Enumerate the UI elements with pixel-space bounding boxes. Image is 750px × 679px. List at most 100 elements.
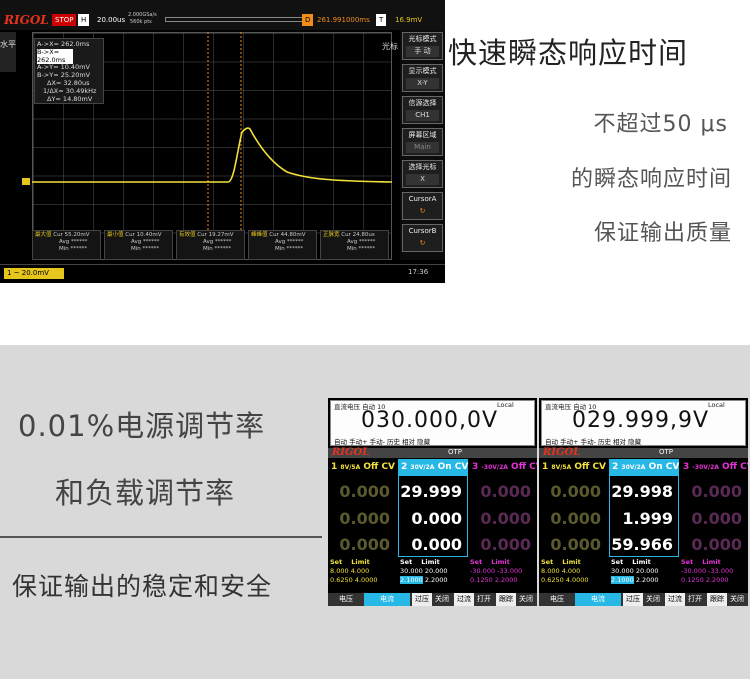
ch2-voltage: 29.998: [611, 482, 673, 501]
menu-cursor-a[interactable]: CursorA ↻: [402, 192, 443, 220]
ch3-settings[interactable]: Set Limit -30.000 -33.000 0.1250 2.2000: [470, 558, 536, 588]
stat-avg: Avg ******: [203, 239, 232, 245]
ch1-header[interactable]: 1 8V/5A Off CV: [328, 459, 396, 475]
ch1-settings[interactable]: Set Limit 8.000 4.000 0.6250 4.0000: [541, 558, 607, 588]
stat-avg: Avg ******: [275, 239, 304, 245]
ch-num: 1: [542, 462, 549, 472]
dmm-value: 030.000,0V: [361, 408, 499, 433]
menu-select-cursor[interactable]: 选择光标 X: [402, 160, 443, 188]
set-label: Set: [330, 558, 343, 566]
softkey-current[interactable]: 电流: [575, 593, 621, 606]
osc-bottom-bar: [0, 264, 445, 283]
stat-avg: Avg ******: [347, 239, 376, 245]
dmm-display: 直流电压 自动 10 Local 029.999,9V 自动 手动+ 手动- 历…: [541, 400, 746, 446]
meas-name: 最大值: [35, 232, 52, 238]
limit-value: -33.000: [708, 567, 734, 575]
trigger-level[interactable]: 16.9mV: [392, 14, 425, 26]
delay-value[interactable]: 261.991000ms: [314, 14, 373, 26]
meas-pk-pk[interactable]: 峰峰值 Cur 44.80mV Avg ****** Min ******: [248, 230, 317, 260]
softkey-ovp[interactable]: 过压: [412, 593, 432, 606]
softkey-ocp[interactable]: 过流: [665, 593, 685, 606]
limit-value: 2.2000: [424, 576, 448, 584]
limit-label: Limit: [702, 558, 721, 566]
ch3-header[interactable]: 3 -30V/2A Off CV: [680, 459, 748, 475]
ch2-power: 59.966: [611, 535, 673, 554]
knob-icon: ↻: [419, 239, 426, 247]
ch-range: -30V/2A: [692, 464, 719, 471]
rigol-logo: RIGOL: [4, 13, 49, 27]
ch-range: 8V/5A: [340, 464, 361, 471]
set-label: Set: [611, 558, 624, 566]
ch3-current: 0.000: [480, 509, 531, 528]
limit-label: Limit: [632, 558, 651, 566]
ch3-settings[interactable]: Set Limit -30.000 -33.000 0.1250 2.2000: [681, 558, 747, 588]
softkey-track[interactable]: 跟踪: [707, 593, 727, 606]
band-line3: 保证输出的稳定和安全: [12, 572, 273, 601]
ch2-header[interactable]: 2 30V/2A On CV: [609, 459, 679, 475]
limit-value: 4.000: [350, 567, 370, 575]
ch3-current: 0.000: [691, 509, 742, 528]
ch-state: On CV: [437, 462, 469, 472]
softkey-ovp-state[interactable]: 关闭: [432, 593, 452, 606]
menu-cursor-b[interactable]: CursorB ↻: [402, 224, 443, 252]
ch3-voltage: 0.000: [691, 482, 742, 501]
meas-min[interactable]: 最小值 Cur 10.40mV Avg ****** Min ******: [104, 230, 173, 260]
dmm-buttons[interactable]: 自动 手动+ 手动- 历史 相对 隐藏: [334, 436, 430, 446]
ch1-settings[interactable]: Set Limit 8.000 4.000 0.6250 4.0000: [330, 558, 396, 588]
dmm-buttons[interactable]: 自动 手动+ 手动- 历史 相对 隐藏: [545, 436, 641, 446]
limit-value: 4.0000: [565, 576, 589, 584]
softkey-ovp[interactable]: 过压: [623, 593, 643, 606]
psu-screen-2: 直流电压 自动 10 Local 029.999,9V 自动 手动+ 手动- 历…: [539, 398, 748, 606]
menu-title: 选择光标: [408, 163, 437, 171]
set-value: 0.6250: [541, 576, 564, 584]
ch-state: Off CV: [722, 462, 748, 472]
limit-value: 2.2000: [705, 576, 729, 584]
run-stop-status[interactable]: STOP: [52, 14, 77, 26]
channel-marker[interactable]: [22, 178, 30, 185]
waveform-position-bar[interactable]: [165, 17, 305, 22]
meas-pwidth[interactable]: 正脉宽 Cur 24.80us Avg ****** Min ******: [320, 230, 389, 260]
set-label: Set: [470, 558, 483, 566]
ch1-header[interactable]: 1 8V/5A Off CV: [539, 459, 607, 475]
headline-line3: 保证输出质量: [593, 221, 732, 246]
softkey-ocp[interactable]: 过流: [454, 593, 474, 606]
set-value: 30.000: [400, 567, 423, 575]
ch2-settings[interactable]: Set Limit 30.000 20.000 2.1000 2.2000: [611, 558, 679, 588]
meas-rms[interactable]: 有效值 Cur 19.27mV Avg ****** Min ******: [176, 230, 245, 260]
cursor-tab[interactable]: 光标: [382, 42, 398, 72]
set-value: 8.000: [541, 567, 560, 575]
softkey-voltage[interactable]: 电压: [539, 593, 575, 606]
menu-screen-area[interactable]: 屏幕区域 Main: [402, 128, 443, 156]
ch2-settings[interactable]: Set Limit 30.000 20.000 2.1000 2.2000: [400, 558, 468, 588]
ch-state: Off CV: [363, 462, 396, 472]
softkey-track[interactable]: 跟踪: [496, 593, 516, 606]
menu-title: 屏幕区域: [408, 131, 437, 139]
channel1-setting[interactable]: 1 ~ 20.0mV: [4, 268, 64, 279]
stat-avg: Avg ******: [131, 239, 160, 245]
meas-max[interactable]: 最大值 Cur 55.20mV Avg ****** Min ******: [32, 230, 101, 260]
ch3-power: 0.000: [691, 535, 742, 554]
softkey-track-state[interactable]: 关闭: [516, 593, 536, 606]
softkey-ocp-state[interactable]: 打开: [474, 593, 494, 606]
dmm-mode: Local: [497, 401, 514, 409]
psu-header: RIGOL OTP: [328, 447, 537, 458]
softkey-voltage[interactable]: 电压: [328, 593, 364, 606]
horizontal-tab[interactable]: 水平: [0, 32, 16, 72]
softkey-ovp-state[interactable]: 关闭: [643, 593, 663, 606]
hbase-value[interactable]: 20.00us: [94, 14, 128, 26]
ch3-header[interactable]: 3 -30V/2A Off CV: [469, 459, 537, 475]
set-label: Set: [681, 558, 694, 566]
softkey-track-state[interactable]: 关闭: [727, 593, 747, 606]
ch2-header[interactable]: 2 30V/2A On CV: [398, 459, 468, 475]
menu-value: CH1: [406, 110, 439, 121]
menu-source[interactable]: 信源选择 CH1: [402, 96, 443, 124]
stat-min: Min ******: [275, 246, 304, 252]
limit-value: 20.000: [424, 567, 448, 575]
softkey-current[interactable]: 电流: [364, 593, 410, 606]
ch-num: 3: [472, 462, 479, 472]
softkey-ocp-state[interactable]: 打开: [685, 593, 705, 606]
menu-display-mode[interactable]: 显示模式 X-Y: [402, 64, 443, 92]
ch-range: -30V/2A: [481, 464, 508, 471]
set-value: -30.000: [470, 567, 496, 575]
menu-cursor-mode[interactable]: 光标模式手 动: [402, 32, 443, 60]
